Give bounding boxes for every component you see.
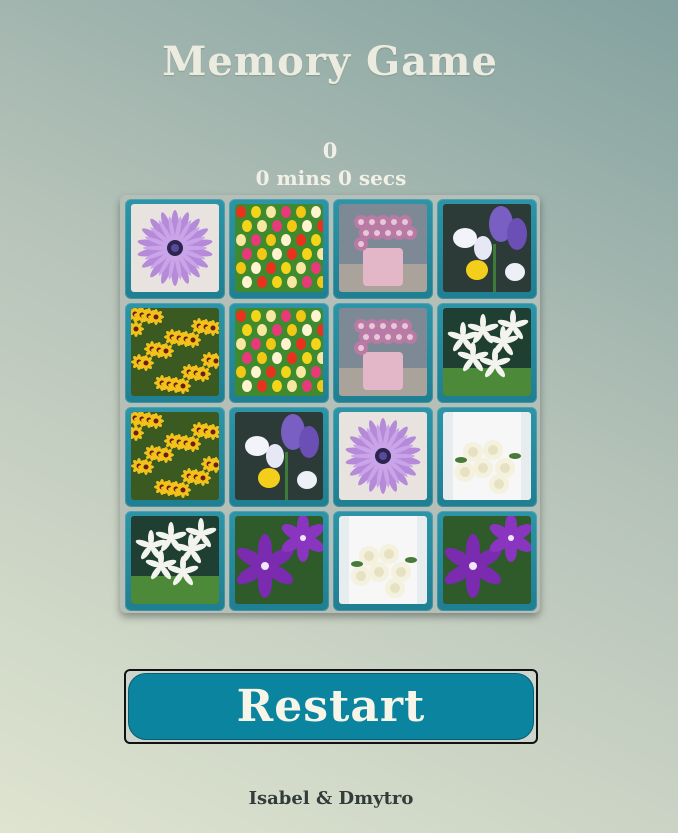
page-title: Memory Game xyxy=(162,38,498,85)
memory-card[interactable] xyxy=(333,303,433,403)
pink-rose-box-icon xyxy=(339,308,427,396)
move-counter: 0 xyxy=(322,138,338,163)
memory-card[interactable] xyxy=(229,407,329,507)
memory-card[interactable] xyxy=(437,303,537,403)
white-lily-icon xyxy=(131,516,219,604)
yellow-wildflower-icon xyxy=(131,412,219,500)
restart-button-label[interactable]: Restart xyxy=(128,673,534,740)
memory-card[interactable] xyxy=(437,511,537,611)
memory-card[interactable] xyxy=(333,511,433,611)
memory-card[interactable] xyxy=(437,199,537,299)
white-rose-bouquet-icon xyxy=(443,412,531,500)
purple-clematis-icon xyxy=(443,516,531,604)
purple-daisy-icon xyxy=(339,412,427,500)
memory-card[interactable] xyxy=(125,199,225,299)
pink-rose-box-icon xyxy=(339,204,427,292)
memory-card[interactable] xyxy=(229,303,329,403)
memory-card[interactable] xyxy=(125,303,225,403)
memory-card[interactable] xyxy=(125,407,225,507)
purple-clematis-icon xyxy=(235,516,323,604)
memory-card[interactable] xyxy=(125,511,225,611)
tulip-field-icon xyxy=(235,204,323,292)
memory-card[interactable] xyxy=(333,199,433,299)
memory-card[interactable] xyxy=(333,407,433,507)
purple-daisy-icon xyxy=(131,204,219,292)
tulip-field-icon xyxy=(235,308,323,396)
timer: 0 mins 0 secs xyxy=(255,166,407,190)
white-rose-bouquet-icon xyxy=(339,516,427,604)
crocus-icon xyxy=(235,412,323,500)
memory-card[interactable] xyxy=(229,199,329,299)
restart-button[interactable]: Restart xyxy=(124,669,538,744)
game-board xyxy=(120,195,540,613)
memory-card[interactable] xyxy=(437,407,537,507)
yellow-wildflower-icon xyxy=(131,308,219,396)
white-lily-icon xyxy=(443,308,531,396)
crocus-icon xyxy=(443,204,531,292)
memory-card[interactable] xyxy=(229,511,329,611)
footer-credits: Isabel & Dmytro xyxy=(248,788,414,809)
